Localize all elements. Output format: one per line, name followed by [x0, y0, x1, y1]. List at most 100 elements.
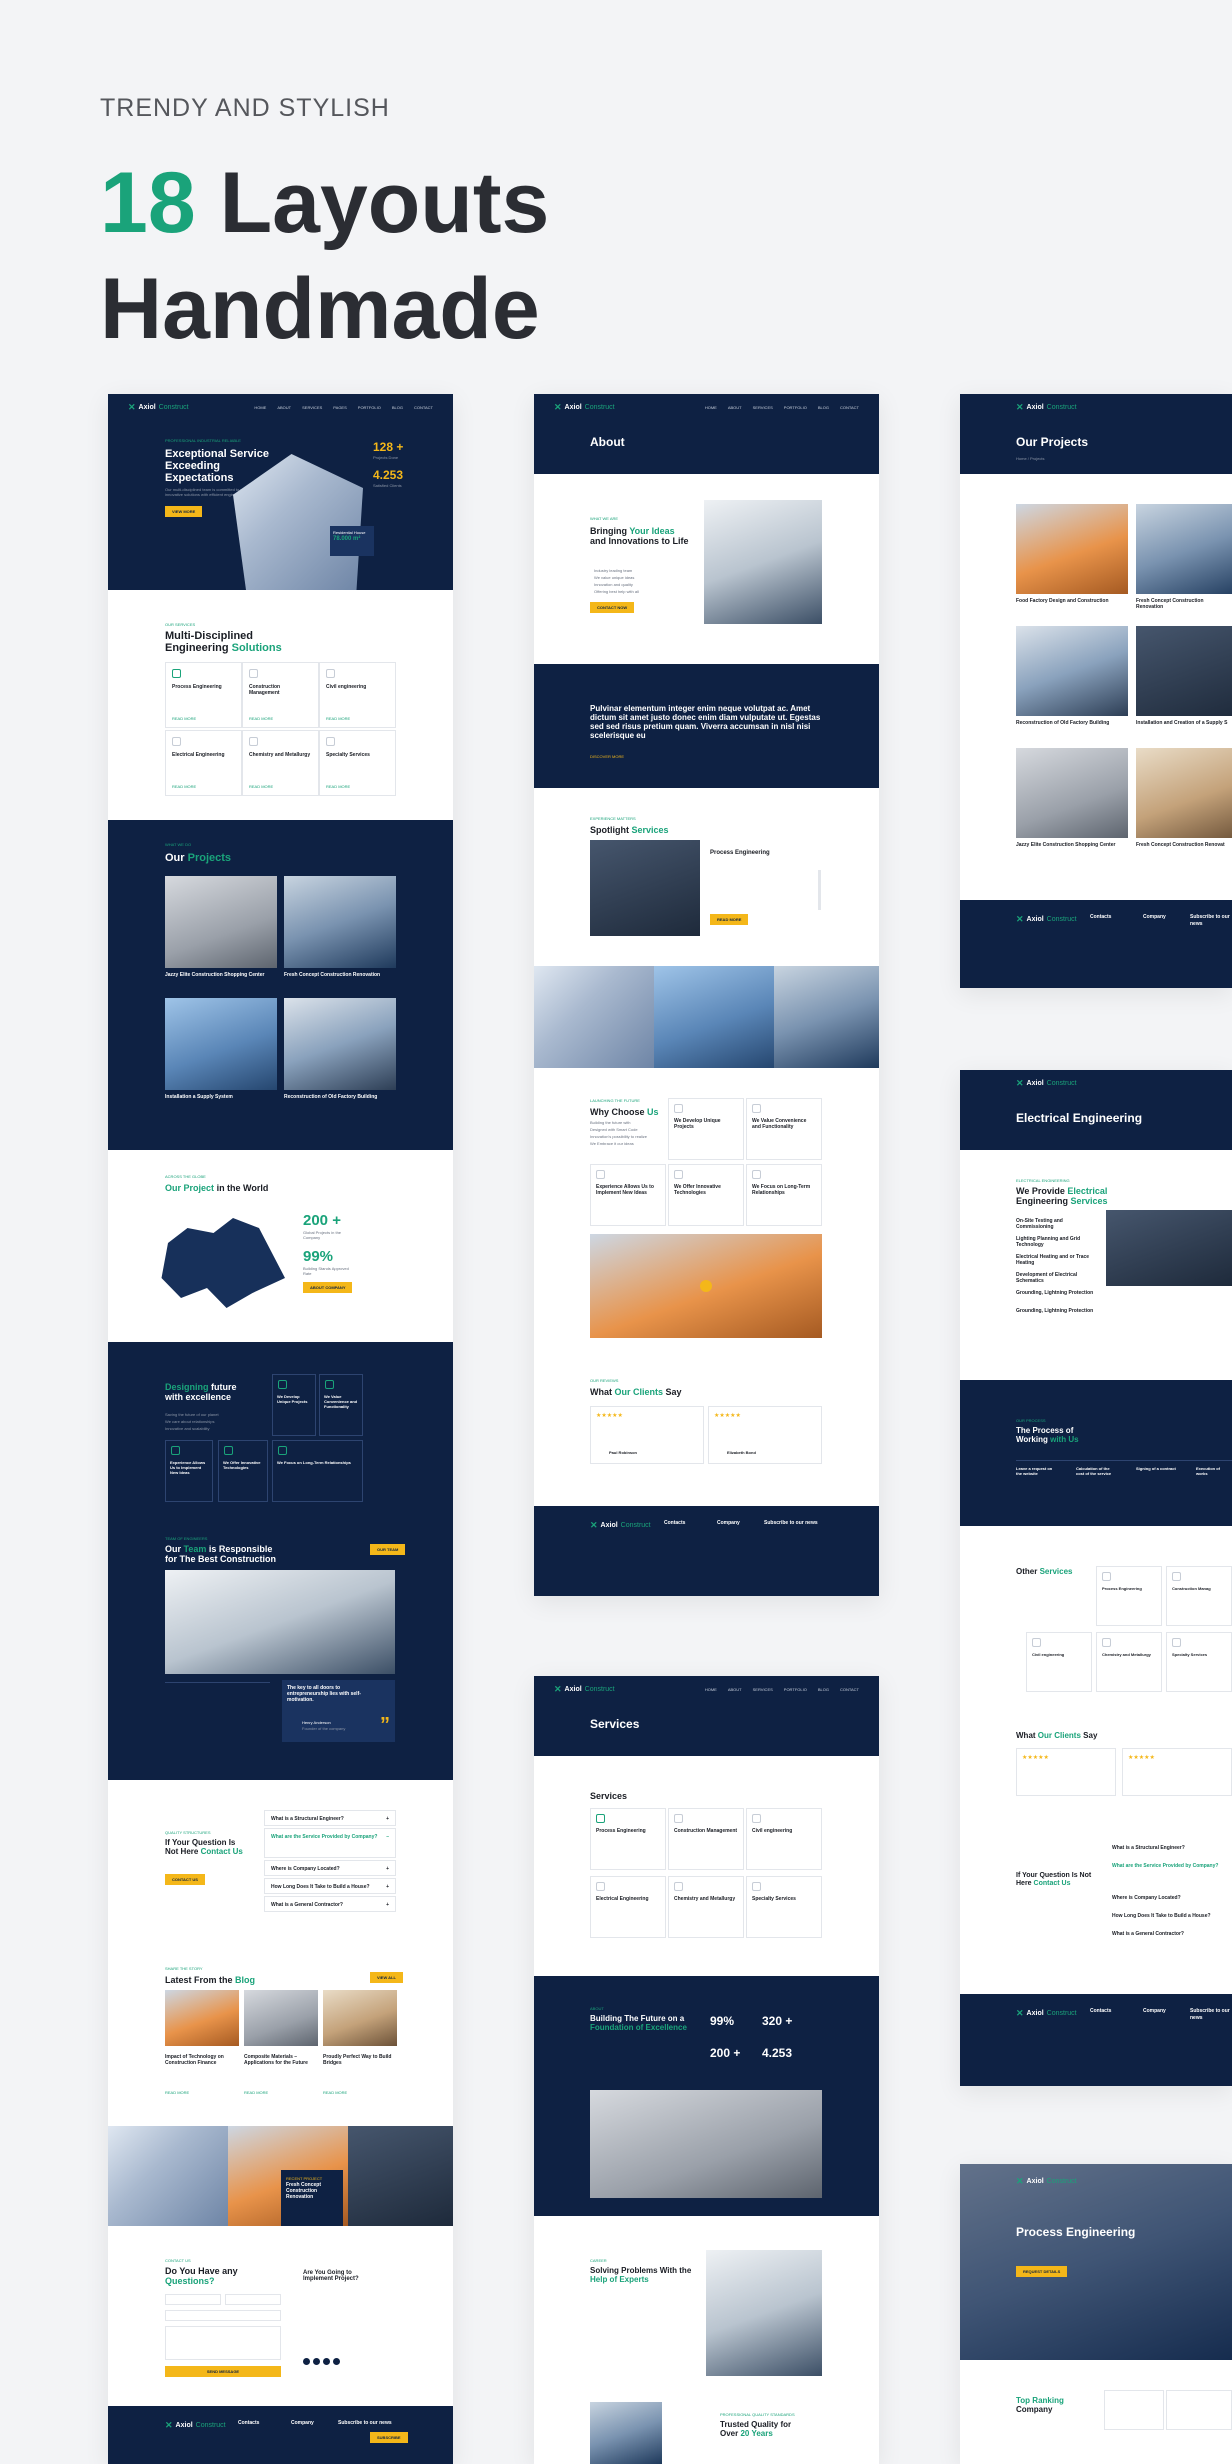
hero-stat-1-label: Projects Done	[373, 455, 399, 460]
plus-icon: +	[386, 1816, 389, 1822]
faq-item[interactable]: What is a General Contractor? +	[264, 1896, 396, 1912]
service-card[interactable]: Chemistry and Metallurgy	[668, 1876, 744, 1938]
about-button[interactable]: CONTACT NOW	[590, 602, 635, 613]
why-card: We Focus on Long-Term Relationships	[746, 1164, 822, 1226]
twitter-icon[interactable]	[313, 2358, 320, 2365]
service-card[interactable]: Construction Manag	[1166, 1566, 1232, 1626]
service-card[interactable]: Construction Management READ MORE	[242, 662, 319, 728]
world-stat-2: 99%	[303, 1248, 334, 1265]
service-card[interactable]: Process Engineering	[1096, 1566, 1162, 1626]
email-field[interactable]	[225, 2294, 281, 2305]
blog-read-more[interactable]: READ MORE	[323, 2090, 347, 2095]
blog-button[interactable]: VIEW ALL	[370, 1972, 403, 1983]
nav-services[interactable]: SERVICES	[302, 405, 322, 410]
subject-field[interactable]	[165, 2310, 281, 2321]
blog-image[interactable]	[323, 1990, 397, 2046]
footer-subscribe-button[interactable]: SUBSCRIBE	[370, 2432, 408, 2443]
nav-blog[interactable]: BLOG	[392, 405, 403, 410]
service-card[interactable]: Civil engineering	[1026, 1632, 1092, 1692]
service-card[interactable]: Chemistry and Metallurgy	[1096, 1632, 1162, 1692]
spotlight-button[interactable]: READ MORE	[710, 914, 749, 925]
process-button[interactable]: REQUEST DETAILS	[1016, 2266, 1068, 2277]
team-button[interactable]: OUR TEAM	[370, 1544, 406, 1555]
project-image[interactable]	[284, 876, 396, 968]
spotlight-slider-dots[interactable]	[818, 870, 821, 910]
nav-home[interactable]: HOME	[254, 405, 266, 410]
project-image[interactable]	[284, 998, 396, 1090]
facebook-icon[interactable]	[303, 2358, 310, 2365]
message-field[interactable]	[165, 2326, 281, 2360]
service-card[interactable]: Specialty Services	[746, 1876, 822, 1938]
project-image[interactable]	[165, 998, 277, 1090]
nav-blog[interactable]: BLOG	[818, 405, 829, 410]
service-card[interactable]: Specialty Services	[1166, 1632, 1232, 1692]
future-icon	[171, 1446, 180, 1455]
service-icon	[326, 737, 335, 746]
contact-submit-button[interactable]: SEND MESSAGE	[165, 2366, 281, 2377]
project-image[interactable]	[1136, 504, 1232, 594]
banner-image-left	[108, 2126, 228, 2226]
logo[interactable]: ✕ Axiol Construct	[554, 402, 615, 413]
about-quote-link[interactable]: DISCOVER MORE	[590, 754, 624, 759]
project-title[interactable]: Jazzy Elite Construction Shopping Center	[165, 972, 264, 978]
faq-item[interactable]: What is a Structural Engineer? +	[264, 1810, 396, 1826]
blog-title-link[interactable]: Proudly Perfect Way to Build Bridges	[323, 2054, 393, 2066]
nav-services[interactable]: SERVICES	[753, 405, 773, 410]
project-title[interactable]: Fresh Concept Construction Renovation	[284, 972, 380, 978]
service-card[interactable]: Electrical Engineering READ MORE	[165, 730, 242, 796]
nav-contact[interactable]: CONTACT	[840, 405, 859, 410]
faq-list: What is a Structural Engineer? What are …	[1112, 1845, 1219, 1937]
service-card[interactable]: Process Engineering	[590, 1808, 666, 1870]
services-page-title: Services	[590, 1717, 640, 1731]
footer-logo[interactable]: ✕ Axiol Construct	[165, 2420, 226, 2431]
linkedin-icon[interactable]	[333, 2358, 340, 2365]
nav-home[interactable]: HOME	[705, 405, 717, 410]
services-header: ✕ Axiol Construct HOME ABOUT SERVICES PORTFOL…	[534, 1676, 879, 1756]
project-title[interactable]: Reconstruction of Old Factory Building	[284, 1094, 377, 1100]
nav-portfolio[interactable]: PORTFOLIO	[358, 405, 381, 410]
home-hero: ✕ Axiol Construct HOME ABOUT SERVICES PAGE…	[108, 394, 453, 590]
service-card[interactable]: Construction Management	[668, 1808, 744, 1870]
service-card[interactable]: Electrical Engineering	[590, 1876, 666, 1938]
project-image[interactable]	[1136, 748, 1232, 838]
project-image[interactable]	[1136, 626, 1232, 716]
project-image[interactable]	[165, 876, 277, 968]
service-icon	[249, 669, 258, 678]
nav-about[interactable]: ABOUT	[277, 405, 291, 410]
blog-title-link[interactable]: Composite Materials – Applications for t…	[244, 2054, 314, 2066]
nav-about[interactable]: ABOUT	[728, 405, 742, 410]
project-image[interactable]	[1016, 504, 1128, 594]
service-card[interactable]: Chemistry and Metallurgy READ MORE	[242, 730, 319, 796]
blog-read-more[interactable]: READ MORE	[165, 2090, 189, 2095]
faq-item-open[interactable]: What are the Service Provided by Company…	[264, 1828, 396, 1858]
project-image[interactable]	[1016, 748, 1128, 838]
faq-item[interactable]: Where is Company Located? +	[264, 1860, 396, 1876]
service-card[interactable]: Civil engineering	[746, 1808, 822, 1870]
why-card: We Value Convenience and Functionality	[746, 1098, 822, 1160]
nav-pages[interactable]: PAGES	[333, 405, 347, 410]
nav-portfolio[interactable]: PORTFOLIO	[784, 405, 807, 410]
nav-contact[interactable]: CONTACT	[414, 405, 433, 410]
about-list-item: We value unique ideas	[594, 575, 635, 580]
hero-button[interactable]: VIEW MORE	[165, 506, 203, 517]
project-title[interactable]: Installation a Supply System	[165, 1094, 233, 1100]
service-card[interactable]: Specialty Services READ MORE	[319, 730, 396, 796]
project-image[interactable]	[1016, 626, 1128, 716]
faq-item[interactable]: How Long Does It Take to Build a House? +	[264, 1878, 396, 1894]
blog-read-more[interactable]: READ MORE	[244, 2090, 268, 2095]
faq-button[interactable]: CONTACT US	[165, 1874, 205, 1885]
services-build: ABOUT Building The Future on a Foundatio…	[534, 1976, 879, 2216]
world-button[interactable]: ABOUT COMPANY	[303, 1282, 353, 1293]
breadcrumb-home[interactable]: Home	[1016, 456, 1027, 461]
instagram-icon[interactable]	[323, 2358, 330, 2365]
service-card[interactable]: Civil engineering READ MORE	[319, 662, 396, 728]
blog-image[interactable]	[244, 1990, 318, 2046]
blog-image[interactable]	[165, 1990, 239, 2046]
play-icon[interactable]	[700, 1280, 712, 1292]
name-field[interactable]	[165, 2294, 221, 2305]
logo[interactable]: ✕ Axiol Construct	[128, 402, 189, 413]
blog-title-link[interactable]: Impact of Technology on Construction Fin…	[165, 2054, 235, 2066]
banner-image-right	[348, 2126, 453, 2226]
about-intro: WHAT WE ARE Bringing Your Ideas and Innov…	[534, 474, 879, 664]
service-card[interactable]: Process Engineering READ MORE	[165, 662, 242, 728]
